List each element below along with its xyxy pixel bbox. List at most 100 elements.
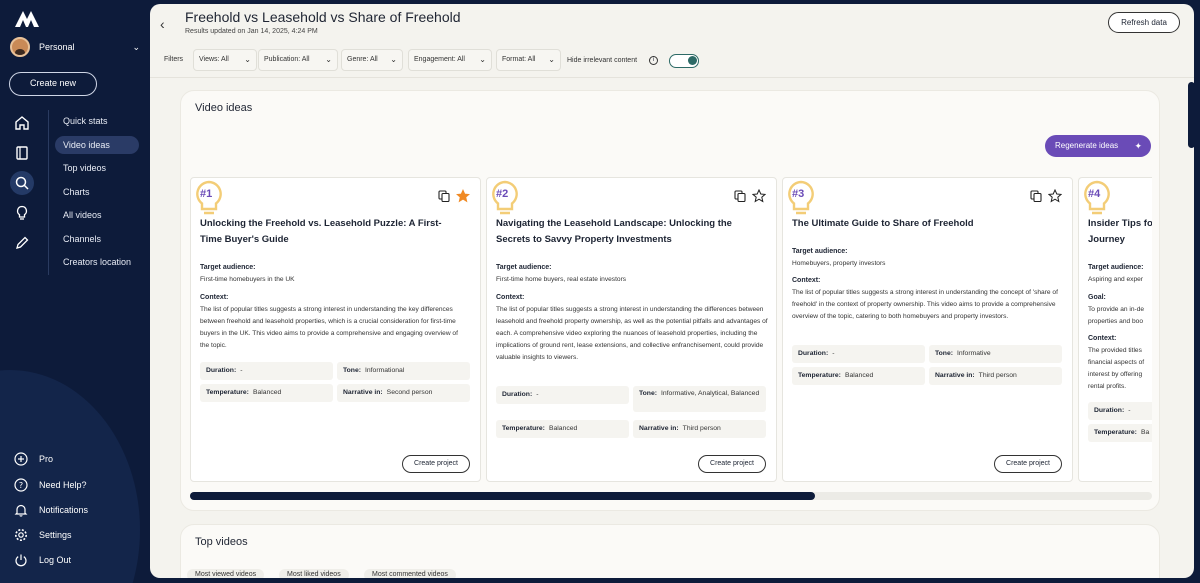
narrative-value: Third person xyxy=(682,425,721,432)
idea-card-2: #2 Navigating the Leasehold Landscape: U… xyxy=(486,177,777,482)
temperature-value: Balanced xyxy=(844,372,874,379)
sidebar-item-need-help[interactable]: ? Need Help? xyxy=(14,477,87,493)
star-outline-icon[interactable] xyxy=(1048,189,1062,203)
sidebar-item-label: Pro xyxy=(39,454,54,464)
pencil-icon[interactable] xyxy=(12,233,32,253)
idea-card-3: #3 The Ultimate Guide to Share of Freeho… xyxy=(782,177,1073,482)
copy-icon[interactable] xyxy=(734,190,746,202)
sidebar-item-log-out[interactable]: Log Out xyxy=(14,552,71,568)
narrative-field: Narrative in: Second person xyxy=(337,384,470,402)
plus-circle-icon xyxy=(14,452,28,466)
account-name: Personal xyxy=(39,42,75,52)
app-logo-icon[interactable] xyxy=(14,8,40,28)
duration-label: Duration: xyxy=(798,350,829,357)
context-label: Context: xyxy=(792,277,821,284)
tone-field: Tone: Informative xyxy=(929,345,1062,363)
subnav-item-charts[interactable]: Charts xyxy=(55,183,139,201)
lightbulb-icon xyxy=(196,180,222,215)
subnav-item-top-videos[interactable]: Top videos xyxy=(55,159,139,177)
subnav-item-channels[interactable]: Channels xyxy=(55,230,139,248)
temperature-field: Temperature: Balanced xyxy=(496,420,629,438)
filter-engagement-label: Engagement: All xyxy=(414,56,465,63)
temperature-label: Temperature: xyxy=(502,425,545,432)
duration-label: Duration: xyxy=(206,367,237,374)
lightbulb-icon[interactable] xyxy=(12,203,32,223)
refresh-data-button[interactable]: Refresh data xyxy=(1108,12,1180,33)
context-value: The provided titles financial aspects of i… xyxy=(1088,345,1144,393)
idea-title: Unlocking the Freehold vs. Leasehold Puz… xyxy=(200,218,442,245)
create-project-button[interactable]: Create project xyxy=(698,455,766,473)
tab-most-liked[interactable]: Most liked videos xyxy=(279,569,349,578)
target-audience-value: Aspiring and exper xyxy=(1088,276,1143,283)
sidebar-item-label: Log Out xyxy=(39,555,72,565)
tone-label: Tone: xyxy=(935,350,953,357)
info-icon[interactable]: i xyxy=(649,56,658,65)
power-icon xyxy=(15,554,27,567)
sidebar-item-notifications[interactable]: Notifications xyxy=(14,502,88,518)
filter-format[interactable]: Format: All ⌄ xyxy=(496,49,561,71)
idea-rank: #2 xyxy=(496,188,509,200)
gear-icon xyxy=(15,529,27,541)
filter-genre[interactable]: Genre: All ⌄ xyxy=(341,49,403,71)
copy-icon[interactable] xyxy=(1030,190,1042,202)
magic-wand-icon: ✦ xyxy=(1134,141,1142,151)
divider xyxy=(150,77,1194,78)
create-new-button[interactable]: Create new xyxy=(9,72,97,96)
duration-value: - xyxy=(536,391,539,398)
section-title-top-videos: Top videos xyxy=(195,536,248,548)
narrative-value: Third person xyxy=(978,372,1017,379)
temperature-field: Temperature: Balanced xyxy=(200,384,333,402)
duration-field: Duration: - xyxy=(200,362,333,380)
subnav-item-video-ideas[interactable]: Video ideas xyxy=(55,136,139,154)
context-value: The list of popular titles suggests a st… xyxy=(792,289,1058,320)
subnav-item-quick-stats[interactable]: Quick stats xyxy=(55,112,139,130)
vertical-scrollbar[interactable] xyxy=(1188,82,1195,148)
horizontal-scrollbar[interactable] xyxy=(190,492,1152,500)
star-outline-icon[interactable] xyxy=(752,189,766,203)
filter-engagement[interactable]: Engagement: All ⌄ xyxy=(408,49,492,71)
tab-most-viewed[interactable]: Most viewed videos xyxy=(187,569,265,578)
temperature-field: Temperature: Ba xyxy=(1088,424,1152,442)
subnav-item-creators-location[interactable]: Creators location xyxy=(55,253,139,271)
idea-title: Insider Tips fo Journey xyxy=(1088,216,1152,248)
home-icon[interactable] xyxy=(12,113,32,133)
avatar xyxy=(10,37,30,57)
narrative-field: Narrative in: Third person xyxy=(929,367,1062,385)
back-arrow-icon[interactable]: ‹ xyxy=(160,16,165,32)
sidebar: Personal ⌄ Create new Quick stats Video … xyxy=(0,0,150,583)
idea-title-line: Insider Tips fo xyxy=(1088,218,1152,229)
tab-most-commented[interactable]: Most commented videos xyxy=(364,569,456,578)
subnav-item-all-videos[interactable]: All videos xyxy=(55,206,139,224)
copy-icon[interactable] xyxy=(438,190,450,202)
filter-publication[interactable]: Publication: All ⌄ xyxy=(258,49,338,71)
temperature-label: Temperature: xyxy=(206,389,249,396)
idea-card-1: #1 Unlocking the Freehold vs. Leasehold … xyxy=(190,177,481,482)
narrative-label: Narrative in: xyxy=(935,372,975,379)
star-filled-icon[interactable] xyxy=(456,189,470,203)
temperature-label: Temperature: xyxy=(798,372,841,379)
search-icon[interactable] xyxy=(10,171,34,195)
sidebar-item-label: Need Help? xyxy=(39,480,87,490)
svg-text:?: ? xyxy=(19,481,23,490)
create-project-button[interactable]: Create project xyxy=(994,455,1062,473)
scrollbar-thumb[interactable] xyxy=(190,492,816,500)
context-line: rental profits. xyxy=(1088,383,1127,390)
hide-irrelevant-toggle[interactable] xyxy=(669,54,699,68)
tone-field: Tone: Informative, Analytical, Balanced xyxy=(633,386,766,412)
context-label: Context: xyxy=(1088,335,1117,342)
filter-genre-label: Genre: All xyxy=(347,56,378,63)
regenerate-ideas-button[interactable]: Regenerate ideas ✦ xyxy=(1045,135,1151,157)
filter-views[interactable]: Views: All ⌄ xyxy=(193,49,257,71)
tone-label: Tone: xyxy=(639,390,657,397)
book-icon[interactable] xyxy=(12,143,32,163)
sidebar-item-label: Notifications xyxy=(39,505,89,515)
chevron-down-icon: ⌄ xyxy=(325,55,332,64)
top-videos-section: Top videos Most viewed videos Most liked… xyxy=(180,524,1160,578)
account-switcher[interactable]: Personal ⌄ xyxy=(10,37,140,57)
create-project-button[interactable]: Create project xyxy=(402,455,470,473)
sidebar-item-settings[interactable]: Settings xyxy=(14,527,72,543)
context-line: financial aspects of xyxy=(1088,359,1145,366)
narrative-label: Narrative in: xyxy=(639,425,679,432)
goal-line: To provide an in-de xyxy=(1088,306,1145,313)
sidebar-item-pro[interactable]: Pro xyxy=(14,451,53,467)
